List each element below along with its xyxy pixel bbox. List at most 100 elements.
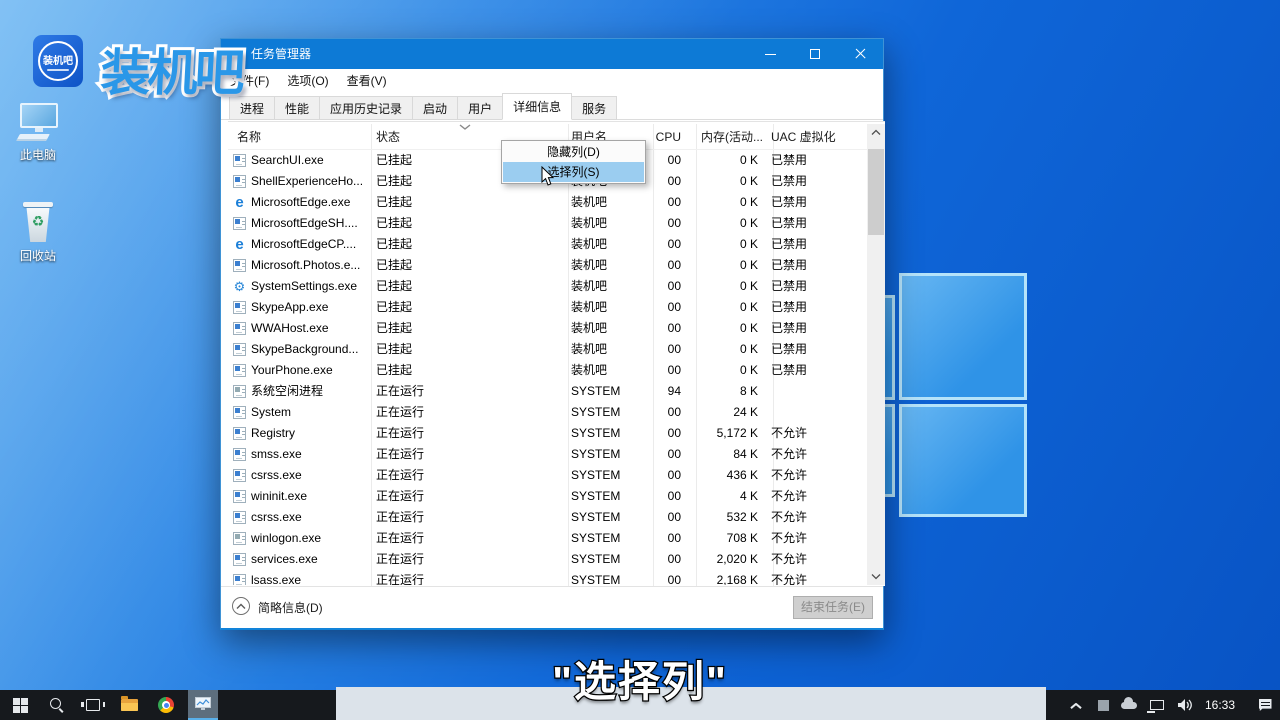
window-icon	[233, 364, 246, 377]
cell-status: 正在运行	[376, 423, 526, 444]
table-row[interactable]: lsass.exe正在运行SYSTEM002,168 K不允许	[228, 570, 867, 585]
scroll-down-button[interactable]	[867, 568, 885, 585]
mouse-cursor	[541, 166, 556, 187]
cell-cpu: 00	[636, 276, 681, 297]
cell-user: SYSTEM	[571, 402, 641, 423]
cell-uac: 已禁用	[771, 234, 863, 255]
table-row[interactable]: Microsoft.Photos.e...已挂起装机吧000 K已禁用	[228, 255, 867, 276]
cell-cpu: 00	[636, 192, 681, 213]
cell-name: Microsoft.Photos.e...	[251, 255, 363, 276]
table-row[interactable]: csrss.exe正在运行SYSTEM00436 K不允许	[228, 465, 867, 486]
cell-name: YourPhone.exe	[251, 360, 363, 381]
cell-memory: 5,172 K	[683, 423, 758, 444]
cell-status: 正在运行	[376, 549, 526, 570]
tab-6[interactable]: 服务	[572, 96, 617, 120]
process-table: SearchUI.exe已挂起装机吧000 K已禁用ShellExperienc…	[228, 150, 867, 585]
table-row[interactable]: SkypeBackground...已挂起装机吧000 K已禁用	[228, 339, 867, 360]
table-row[interactable]: 系统空闲进程正在运行SYSTEM948 K	[228, 381, 867, 402]
table-row[interactable]: SkypeApp.exe已挂起装机吧000 K已禁用	[228, 297, 867, 318]
scrollbar[interactable]	[867, 124, 885, 585]
cell-cpu: 00	[636, 297, 681, 318]
context-menu-item-0[interactable]: 隐藏列(D)	[503, 142, 644, 162]
cell-memory: 532 K	[683, 507, 758, 528]
table-row[interactable]: csrss.exe正在运行SYSTEM00532 K不允许	[228, 507, 867, 528]
tab-3[interactable]: 启动	[412, 96, 457, 120]
cell-cpu: 00	[636, 234, 681, 255]
end-task-button[interactable]: 结束任务(E)	[793, 596, 873, 619]
window-gray-icon	[233, 532, 246, 545]
cell-uac: 已禁用	[771, 171, 863, 192]
menu-item-2[interactable]: 查看(V)	[338, 69, 396, 93]
column-header-5[interactable]: UAC 虚拟化	[771, 124, 863, 150]
menu-item-1[interactable]: 选项(O)	[278, 69, 337, 93]
tab-4[interactable]: 用户	[457, 96, 502, 120]
details-list: 名称状态用户名CPU内存(活动...UAC 虚拟化 SearchUI.exe已挂…	[228, 121, 885, 586]
cell-memory: 0 K	[683, 339, 758, 360]
cell-status: 已挂起	[376, 297, 526, 318]
cell-uac: 不允许	[771, 549, 863, 570]
cell-status: 已挂起	[376, 360, 526, 381]
screen: 此电脑 ♻ 回收站 任务管理器 文件(F)选项(O)查看(V) 进程性能应用历史…	[0, 0, 1280, 720]
window-icon	[233, 574, 246, 585]
fewer-details-toggle[interactable]: 简略信息(D)	[258, 587, 323, 629]
tab-1[interactable]: 性能	[274, 96, 319, 120]
cell-memory: 0 K	[683, 255, 758, 276]
cell-cpu: 00	[636, 402, 681, 423]
cell-cpu: 00	[636, 360, 681, 381]
cell-status: 正在运行	[376, 570, 526, 585]
cell-user: SYSTEM	[571, 465, 641, 486]
column-header-0[interactable]: 名称	[237, 124, 349, 150]
table-row[interactable]: winlogon.exe正在运行SYSTEM00708 K不允许	[228, 528, 867, 549]
desktop-icon-this-pc[interactable]: 此电脑	[0, 103, 76, 163]
cell-uac: 已禁用	[771, 297, 863, 318]
cell-name: WWAHost.exe	[251, 318, 363, 339]
desktop-icon-label: 此电脑	[0, 146, 76, 163]
window-gray-icon	[233, 385, 246, 398]
cell-memory: 8 K	[683, 381, 758, 402]
table-row[interactable]: WWAHost.exe已挂起装机吧000 K已禁用	[228, 318, 867, 339]
table-row[interactable]: smss.exe正在运行SYSTEM0084 K不允许	[228, 444, 867, 465]
cell-user: 装机吧	[571, 192, 641, 213]
desktop-icon-label: 回收站	[0, 247, 76, 264]
cell-uac: 已禁用	[771, 150, 863, 171]
table-row[interactable]: services.exe正在运行SYSTEM002,020 K不允许	[228, 549, 867, 570]
cell-status: 正在运行	[376, 402, 526, 423]
video-subtitle: "选择列"	[0, 648, 1280, 709]
cell-memory: 0 K	[683, 213, 758, 234]
cell-name: SkypeApp.exe	[251, 297, 363, 318]
close-button[interactable]	[838, 39, 883, 69]
context-menu-item-1[interactable]: 选择列(S)	[503, 162, 644, 182]
cell-cpu: 00	[636, 486, 681, 507]
cell-status: 正在运行	[376, 381, 526, 402]
table-row[interactable]: System正在运行SYSTEM0024 K	[228, 402, 867, 423]
cell-name: ShellExperienceHo...	[251, 171, 363, 192]
tab-2[interactable]: 应用历史记录	[319, 96, 412, 120]
table-row[interactable]: Registry正在运行SYSTEM005,172 K不允许	[228, 423, 867, 444]
window-icon	[233, 406, 246, 419]
tab-5[interactable]: 详细信息	[502, 93, 572, 120]
window-icon	[233, 448, 246, 461]
cell-memory: 436 K	[683, 465, 758, 486]
minimize-button[interactable]	[748, 39, 793, 69]
cell-memory: 84 K	[683, 444, 758, 465]
table-row[interactable]: eMicrosoftEdgeCP....已挂起装机吧000 K已禁用	[228, 234, 867, 255]
cell-name: csrss.exe	[251, 507, 363, 528]
window-title: 任务管理器	[251, 39, 311, 69]
scrollbar-thumb[interactable]	[868, 149, 884, 235]
cell-cpu: 00	[636, 213, 681, 234]
table-row[interactable]: ⚙SystemSettings.exe已挂起装机吧000 K已禁用	[228, 276, 867, 297]
maximize-button[interactable]	[793, 39, 838, 69]
window-icon	[233, 490, 246, 503]
column-header-4[interactable]: 内存(活动...	[701, 124, 765, 150]
desktop-icon-recycle-bin[interactable]: ♻ 回收站	[0, 202, 76, 264]
cell-cpu: 00	[636, 549, 681, 570]
cell-name: Registry	[251, 423, 363, 444]
title-bar[interactable]: 任务管理器	[221, 39, 883, 69]
table-row[interactable]: MicrosoftEdgeSH....已挂起装机吧000 K已禁用	[228, 213, 867, 234]
table-row[interactable]: wininit.exe正在运行SYSTEM004 K不允许	[228, 486, 867, 507]
table-row[interactable]: YourPhone.exe已挂起装机吧000 K已禁用	[228, 360, 867, 381]
table-row[interactable]: eMicrosoftEdge.exe已挂起装机吧000 K已禁用	[228, 192, 867, 213]
fewer-details-icon[interactable]	[232, 597, 250, 615]
scroll-up-button[interactable]	[867, 124, 885, 141]
cell-name: SystemSettings.exe	[251, 276, 363, 297]
